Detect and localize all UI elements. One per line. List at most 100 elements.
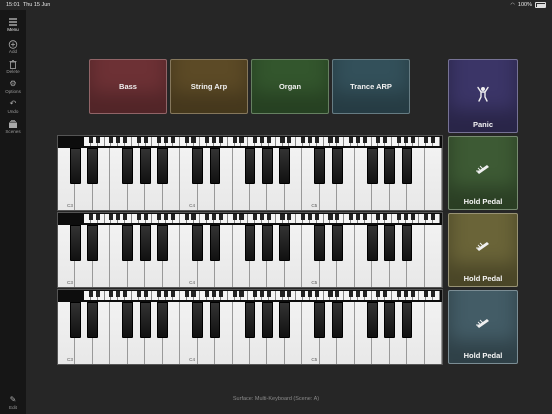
mini-white-key [241,214,249,223]
black-key[interactable] [331,225,343,261]
piano-keys[interactable]: C3 C4 C5 [58,225,442,287]
black-key[interactable] [366,302,378,338]
pedal-icon [449,317,517,331]
black-key[interactable] [209,302,221,338]
black-key[interactable] [209,148,221,184]
mini-white-key [289,214,297,223]
mini-white-key [385,137,393,146]
black-key[interactable] [70,148,81,184]
black-key[interactable] [157,302,169,338]
scene-button-label: String Arp [190,82,228,91]
white-key[interactable] [424,225,442,287]
black-key[interactable] [122,148,134,184]
sidebar-item-options[interactable]: ⚙ Options [0,80,26,95]
black-key[interactable] [314,148,326,184]
white-key[interactable] [424,148,442,210]
mini-white-key [337,214,345,223]
piano-keys[interactable]: C3 C4 C5 [58,148,442,210]
black-key[interactable] [209,225,221,261]
mini-white-key [289,291,297,300]
black-key[interactable] [384,225,396,261]
scene-button-trance-arp[interactable]: Trance ARP [332,59,410,114]
black-key[interactable] [366,225,378,261]
black-key[interactable] [139,225,151,261]
sidebar-item-undo[interactable]: ↶ Undo [0,100,26,115]
black-key[interactable] [244,148,256,184]
black-key[interactable] [279,148,291,184]
black-key[interactable] [70,225,81,261]
black-key[interactable] [262,225,273,261]
mini-white-key [125,291,132,300]
keyboard-1[interactable]: C3 C4 C5 [57,135,443,211]
pedal-icon [449,163,517,177]
sidebar-item-label: Delete [6,69,20,74]
black-key[interactable] [314,225,326,261]
keyboard-2[interactable]: C3 C4 C5 [57,212,443,288]
mini-white-key [385,214,393,223]
black-key[interactable] [87,302,99,338]
hold-pedal-button-3[interactable]: Hold Pedal [448,290,518,364]
sidebar: Menu Add Delete ⚙ Options ↶ Undo Scenes … [0,10,26,414]
sidebar-item-delete[interactable]: Delete [0,60,26,74]
sidebar-item-scenes[interactable]: Scenes [0,120,26,134]
black-key[interactable] [244,225,256,261]
black-key[interactable] [122,225,134,261]
sidebar-item-add[interactable]: Add [0,40,26,54]
black-key[interactable] [401,148,413,184]
black-key[interactable] [192,148,204,184]
scenes-icon [8,120,18,128]
black-key[interactable] [70,302,81,338]
scene-button-bass[interactable]: Bass [89,59,167,114]
status-right: ◠ 100% [511,2,546,8]
octave-label: C3 [67,280,73,285]
scene-button-string-arp[interactable]: String Arp [170,59,248,114]
hold-pedal-button-2[interactable]: Hold Pedal [448,213,518,287]
black-key[interactable] [262,302,273,338]
mini-white-key [221,291,228,300]
scene-button-label: Trance ARP [350,82,392,91]
black-key[interactable] [122,302,134,338]
black-key[interactable] [157,225,169,261]
black-key[interactable] [384,302,396,338]
mini-white-key [241,291,249,300]
black-key[interactable] [139,302,151,338]
scene-button-organ[interactable]: Organ [251,59,329,114]
mini-white-key [413,137,420,146]
black-key[interactable] [279,225,291,261]
keyboard-range-strip[interactable] [84,137,440,146]
keyboard-range-strip[interactable] [84,214,440,223]
keyboard-3[interactable]: C3 C4 C5 [57,289,443,365]
mini-white-key [433,137,440,146]
black-key[interactable] [314,302,326,338]
black-key[interactable] [87,225,99,261]
black-key[interactable] [87,148,99,184]
octave-label: C4 [189,357,196,362]
mini-white-key [317,214,324,223]
black-key[interactable] [157,148,169,184]
black-key[interactable] [139,148,151,184]
black-key[interactable] [384,148,396,184]
sidebar-item-label: Scenes [5,129,21,134]
black-key[interactable] [244,302,256,338]
black-key[interactable] [192,225,204,261]
black-key[interactable] [279,302,291,338]
hold-pedal-button-1[interactable]: Hold Pedal [448,136,518,210]
panic-button[interactable]: Panic [448,59,518,133]
mini-white-key [125,214,132,223]
white-key[interactable] [424,302,442,364]
black-key[interactable] [401,225,413,261]
black-key[interactable] [192,302,204,338]
black-key[interactable] [262,148,273,184]
status-bar: 15:01 Thu 15 Jun ◠ 100% [0,0,552,10]
piano-keys[interactable]: C3 C4 C5 [58,302,442,364]
black-key[interactable] [366,148,378,184]
octave-label: C5 [311,357,318,362]
black-key[interactable] [401,302,413,338]
sidebar-item-menu[interactable]: Menu [0,18,26,32]
mini-white-key [221,137,228,146]
black-key[interactable] [331,302,343,338]
black-key[interactable] [331,148,343,184]
mini-white-key [98,291,105,300]
sidebar-item-label: Menu [7,27,19,32]
keyboard-range-strip[interactable] [84,291,440,300]
